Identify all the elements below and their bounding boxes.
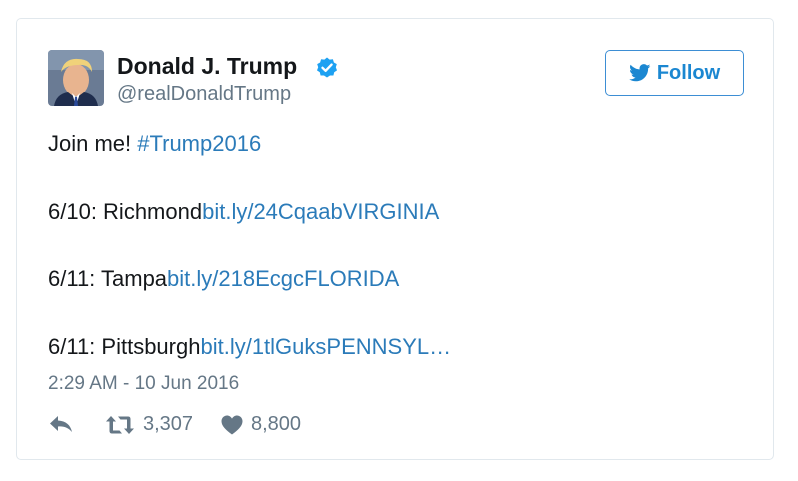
retweet-button[interactable]: 3,307 bbox=[105, 413, 193, 436]
tweet-line-1: Join me! #Trump2016 bbox=[48, 131, 748, 157]
url-link-pennsylvania[interactable]: bit.ly/1tlGuksPENNSYL… bbox=[200, 334, 451, 359]
reply-icon bbox=[50, 416, 72, 432]
follow-button-label: Follow bbox=[656, 61, 721, 84]
tweet-text-segment: 6/10: Richmond bbox=[48, 199, 203, 224]
hashtag-link[interactable]: #Trump2016 bbox=[137, 131, 261, 156]
retweet-icon bbox=[106, 415, 134, 434]
twitter-bird-icon bbox=[628, 64, 651, 82]
like-button[interactable]: 8,800 bbox=[221, 413, 301, 436]
url-link-virginia[interactable]: bit.ly/24CqaabVIRGINIA bbox=[202, 199, 439, 224]
verified-badge-icon bbox=[317, 57, 337, 78]
author-handle[interactable]: @realDonaldTrump bbox=[117, 83, 291, 106]
tweet-line-2: 6/10: Richmondbit.ly/24CqaabVIRGINIA bbox=[48, 199, 748, 225]
url-link-florida[interactable]: bit.ly/218EcgcFLORIDA bbox=[167, 266, 399, 291]
tweet-text-segment: 6/11: Pittsburgh bbox=[48, 334, 201, 359]
reply-button[interactable] bbox=[48, 413, 74, 435]
retweet-count: 3,307 bbox=[143, 413, 194, 435]
author-name[interactable]: Donald J. Trump bbox=[117, 53, 297, 80]
follow-button[interactable]: Follow bbox=[605, 50, 744, 96]
tweet-card: Donald J. Trump @realDonaldTrump Follow … bbox=[16, 18, 774, 460]
profile-photo-icon bbox=[48, 50, 104, 106]
avatar[interactable] bbox=[48, 50, 104, 106]
tweet-timestamp[interactable]: 2:29 AM - 10 Jun 2016 bbox=[48, 373, 239, 395]
tweet-line-4: 6/11: Pittsburghbit.ly/1tlGuksPENNSYL… bbox=[48, 334, 748, 360]
like-count: 8,800 bbox=[251, 413, 302, 435]
tweet-text-segment: Join me! bbox=[48, 131, 138, 156]
heart-icon bbox=[221, 415, 243, 434]
tweet-line-3: 6/11: Tampabit.ly/218EcgcFLORIDA bbox=[48, 266, 748, 292]
tweet-text-segment: 6/11: Tampa bbox=[48, 266, 168, 291]
